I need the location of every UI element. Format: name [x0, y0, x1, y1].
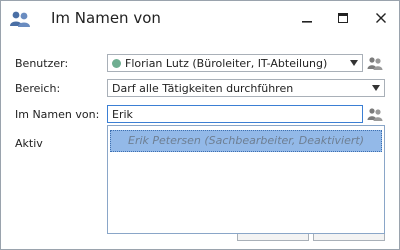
- close-icon: [376, 13, 386, 23]
- window-title: Im Namen von: [51, 9, 161, 27]
- user-value: Florian Lutz (Büroleiter, IT-Abteilung): [125, 57, 328, 70]
- chevron-down-icon[interactable]: [372, 85, 380, 91]
- user-select[interactable]: Florian Lutz (Büroleiter, IT-Abteilung): [107, 54, 363, 72]
- area-value: Darf alle Tätigkeiten durchführen: [112, 82, 294, 95]
- user-status-indicator: [112, 59, 121, 68]
- user-picker-button[interactable]: [365, 54, 385, 72]
- users-icon: [9, 10, 33, 28]
- maximize-icon: [338, 13, 348, 23]
- minimize-icon: [302, 21, 312, 23]
- user-label: Benutzer:: [15, 57, 69, 70]
- users-icon: [367, 108, 383, 121]
- on-behalf-label: Im Namen von:: [15, 108, 100, 121]
- on-behalf-value: Erik: [112, 108, 133, 121]
- suggestion-item[interactable]: Erik Petersen (Sachbearbeiter, Deaktivie…: [110, 130, 382, 152]
- area-label: Bereich:: [15, 82, 61, 95]
- dialog-button-ok[interactable]: [237, 234, 309, 241]
- suggestion-dropdown: Erik Petersen (Sachbearbeiter, Deaktivie…: [107, 125, 385, 234]
- maximize-button[interactable]: [329, 7, 357, 29]
- active-label: Aktiv: [15, 137, 43, 150]
- close-button[interactable]: [367, 7, 395, 29]
- area-select[interactable]: Darf alle Tätigkeiten durchführen: [107, 79, 385, 97]
- on-behalf-picker-button[interactable]: [365, 105, 385, 123]
- minimize-button[interactable]: [293, 7, 321, 29]
- dialog-window: Im Namen von Benutzer: Florian Lutz (Bür…: [0, 0, 400, 250]
- users-icon: [367, 57, 383, 70]
- on-behalf-input[interactable]: Erik: [107, 105, 363, 123]
- chevron-down-icon[interactable]: [350, 60, 358, 66]
- title-bar[interactable]: Im Namen von: [1, 1, 399, 37]
- dialog-button-cancel[interactable]: [313, 234, 385, 241]
